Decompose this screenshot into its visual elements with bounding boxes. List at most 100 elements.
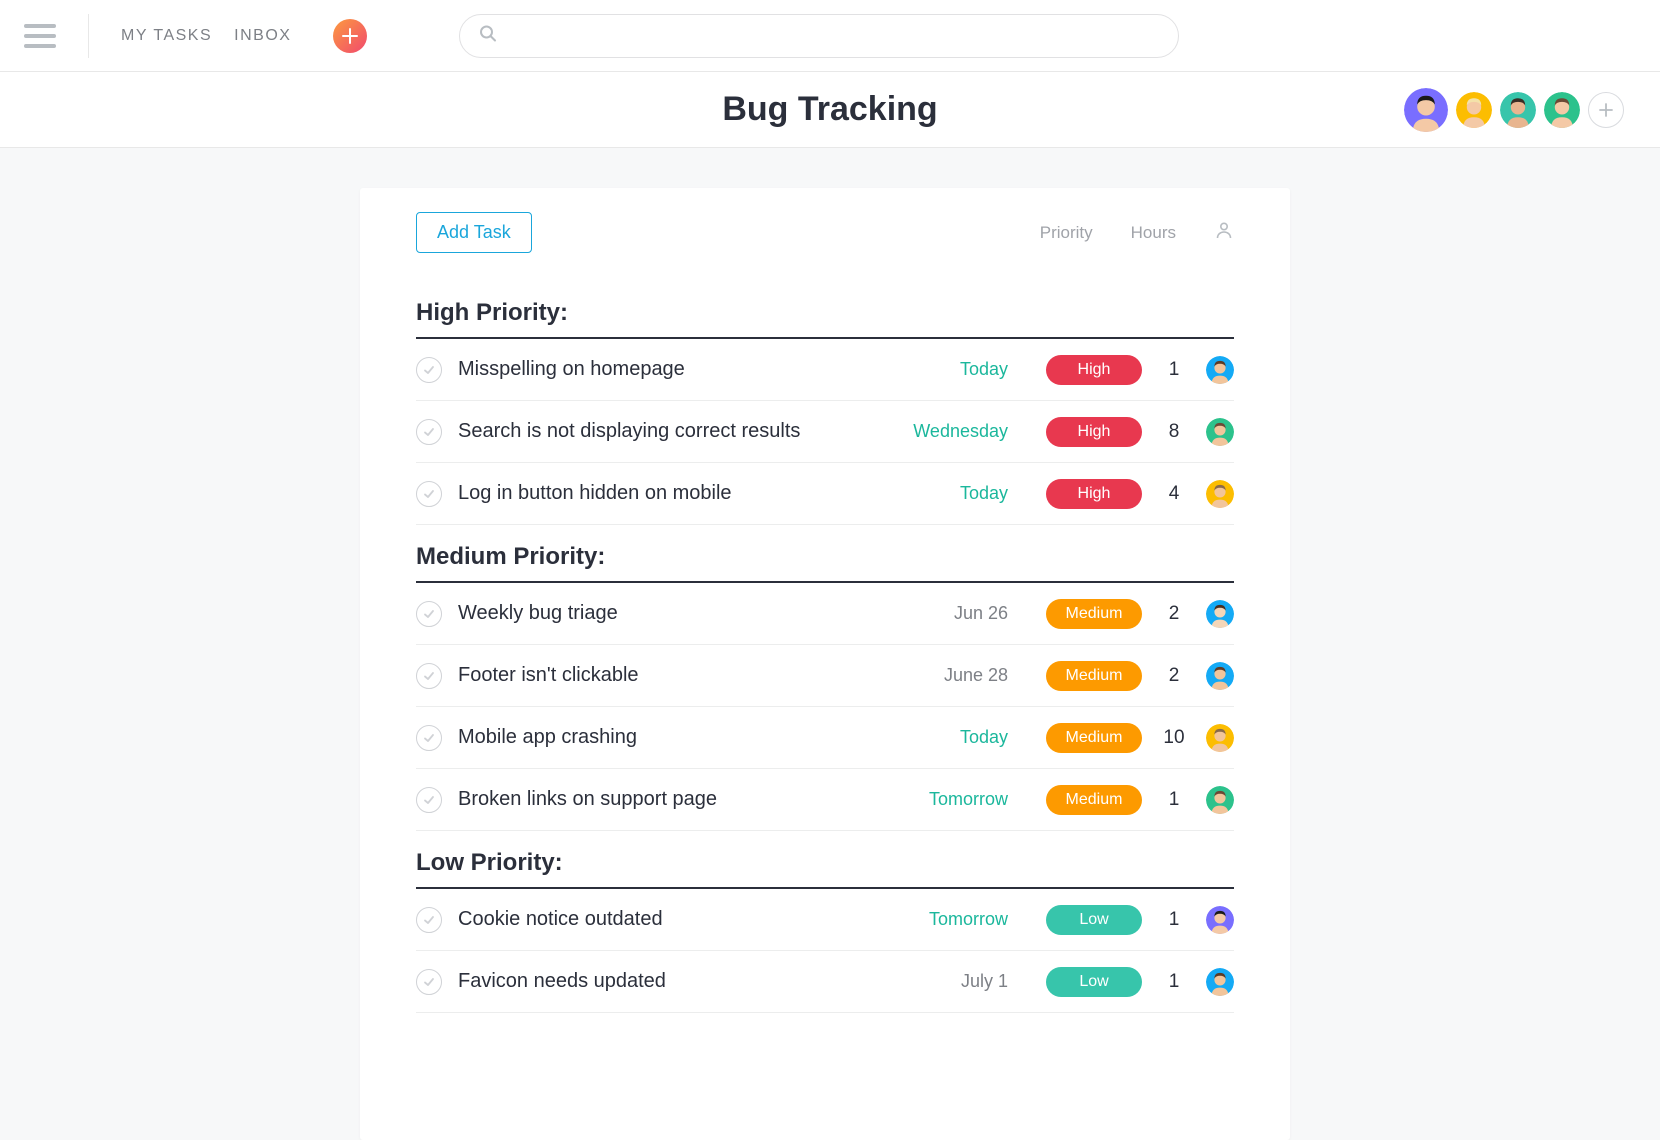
person-icon	[1214, 220, 1234, 245]
quick-add-button[interactable]	[333, 19, 367, 53]
task-hours[interactable]: 1	[1142, 909, 1206, 931]
task-name[interactable]: Footer isn't clickable	[458, 664, 878, 687]
task-row[interactable]: Cookie notice outdatedTomorrow Low1	[416, 889, 1234, 951]
task-row[interactable]: Footer isn't clickableJune 28 Medium2	[416, 645, 1234, 707]
priority-pill[interactable]: Medium	[1046, 785, 1142, 815]
task-name[interactable]: Mobile app crashing	[458, 726, 878, 749]
section-title[interactable]: Low Priority:	[416, 831, 1234, 889]
task-name[interactable]: Weekly bug triage	[458, 602, 878, 625]
complete-checkbox[interactable]	[416, 787, 442, 813]
check-icon	[422, 913, 436, 927]
task-hours[interactable]: 2	[1142, 603, 1206, 625]
search-container	[459, 14, 1179, 58]
complete-checkbox[interactable]	[416, 601, 442, 627]
task-name[interactable]: Favicon needs updated	[458, 970, 878, 993]
task-name[interactable]: Search is not displaying correct results	[458, 420, 878, 443]
task-due-date[interactable]: Tomorrow	[878, 909, 1008, 930]
priority-pill[interactable]: Low	[1046, 967, 1142, 997]
member-avatar[interactable]	[1500, 92, 1536, 128]
col-priority-label: Priority	[1040, 223, 1093, 243]
task-row[interactable]: Search is not displaying correct results…	[416, 401, 1234, 463]
col-hours-label: Hours	[1131, 223, 1176, 243]
member-avatar[interactable]	[1404, 88, 1448, 132]
plus-icon	[342, 28, 358, 44]
assignee-avatar[interactable]	[1206, 480, 1234, 508]
section-title[interactable]: High Priority:	[416, 281, 1234, 339]
member-avatar[interactable]	[1544, 92, 1580, 128]
task-hours[interactable]: 1	[1142, 359, 1206, 381]
assignee-avatar[interactable]	[1206, 968, 1234, 996]
main-area: Add Task Priority Hours High Priority:Mi…	[0, 148, 1660, 1140]
check-icon	[422, 669, 436, 683]
check-icon	[422, 363, 436, 377]
task-due-date[interactable]: Today	[878, 483, 1008, 504]
task-due-date[interactable]: Wednesday	[878, 421, 1008, 442]
complete-checkbox[interactable]	[416, 969, 442, 995]
assignee-avatar[interactable]	[1206, 418, 1234, 446]
complete-checkbox[interactable]	[416, 419, 442, 445]
priority-pill[interactable]: High	[1046, 417, 1142, 447]
page-header: Bug Tracking	[0, 72, 1660, 148]
priority-pill[interactable]: Medium	[1046, 661, 1142, 691]
priority-pill[interactable]: High	[1046, 355, 1142, 385]
task-name[interactable]: Cookie notice outdated	[458, 908, 878, 931]
task-hours[interactable]: 1	[1142, 789, 1206, 811]
section-title[interactable]: Medium Priority:	[416, 525, 1234, 583]
column-headers: Priority Hours	[1040, 220, 1234, 245]
task-due-date[interactable]: June 28	[878, 665, 1008, 686]
priority-pill[interactable]: Low	[1046, 905, 1142, 935]
complete-checkbox[interactable]	[416, 663, 442, 689]
assignee-avatar[interactable]	[1206, 786, 1234, 814]
complete-checkbox[interactable]	[416, 357, 442, 383]
priority-pill[interactable]: Medium	[1046, 723, 1142, 753]
check-icon	[422, 487, 436, 501]
task-hours[interactable]: 4	[1142, 483, 1206, 505]
priority-pill[interactable]: Medium	[1046, 599, 1142, 629]
complete-checkbox[interactable]	[416, 481, 442, 507]
nav-inbox[interactable]: INBOX	[234, 27, 291, 45]
assignee-avatar[interactable]	[1206, 662, 1234, 690]
check-icon	[422, 425, 436, 439]
task-hours[interactable]: 1	[1142, 971, 1206, 993]
menu-icon[interactable]	[24, 20, 56, 52]
task-due-date[interactable]: Jun 26	[878, 603, 1008, 624]
task-row[interactable]: Weekly bug triageJun 26 Medium2	[416, 583, 1234, 645]
plus-icon	[1599, 103, 1613, 117]
member-avatar[interactable]	[1456, 92, 1492, 128]
search-input[interactable]	[459, 14, 1179, 58]
assignee-avatar[interactable]	[1206, 724, 1234, 752]
card-header: Add Task Priority Hours	[416, 212, 1234, 253]
assignee-avatar[interactable]	[1206, 356, 1234, 384]
search-icon	[479, 24, 497, 47]
task-hours[interactable]: 2	[1142, 665, 1206, 687]
task-card: Add Task Priority Hours High Priority:Mi…	[360, 188, 1290, 1140]
check-icon	[422, 975, 436, 989]
task-hours[interactable]: 10	[1142, 727, 1206, 749]
task-row[interactable]: Favicon needs updatedJuly 1 Low1	[416, 951, 1234, 1013]
check-icon	[422, 607, 436, 621]
task-row[interactable]: Misspelling on homepageToday High1	[416, 339, 1234, 401]
task-row[interactable]: Mobile app crashingToday Medium10	[416, 707, 1234, 769]
priority-pill[interactable]: High	[1046, 479, 1142, 509]
complete-checkbox[interactable]	[416, 907, 442, 933]
task-due-date[interactable]: July 1	[878, 971, 1008, 992]
add-task-button[interactable]: Add Task	[416, 212, 532, 253]
top-nav: MY TASKS INBOX	[0, 0, 1660, 72]
check-icon	[422, 793, 436, 807]
check-icon	[422, 731, 436, 745]
task-row[interactable]: Broken links on support pageTomorrow Medi…	[416, 769, 1234, 831]
add-member-button[interactable]	[1588, 92, 1624, 128]
task-row[interactable]: Log in button hidden on mobileToday High4	[416, 463, 1234, 525]
divider	[88, 14, 89, 58]
task-name[interactable]: Log in button hidden on mobile	[458, 482, 878, 505]
assignee-avatar[interactable]	[1206, 600, 1234, 628]
task-due-date[interactable]: Today	[878, 359, 1008, 380]
task-due-date[interactable]: Today	[878, 727, 1008, 748]
nav-my-tasks[interactable]: MY TASKS	[121, 27, 212, 45]
task-name[interactable]: Broken links on support page	[458, 788, 878, 811]
task-hours[interactable]: 8	[1142, 421, 1206, 443]
complete-checkbox[interactable]	[416, 725, 442, 751]
task-due-date[interactable]: Tomorrow	[878, 789, 1008, 810]
task-name[interactable]: Misspelling on homepage	[458, 358, 878, 381]
assignee-avatar[interactable]	[1206, 906, 1234, 934]
